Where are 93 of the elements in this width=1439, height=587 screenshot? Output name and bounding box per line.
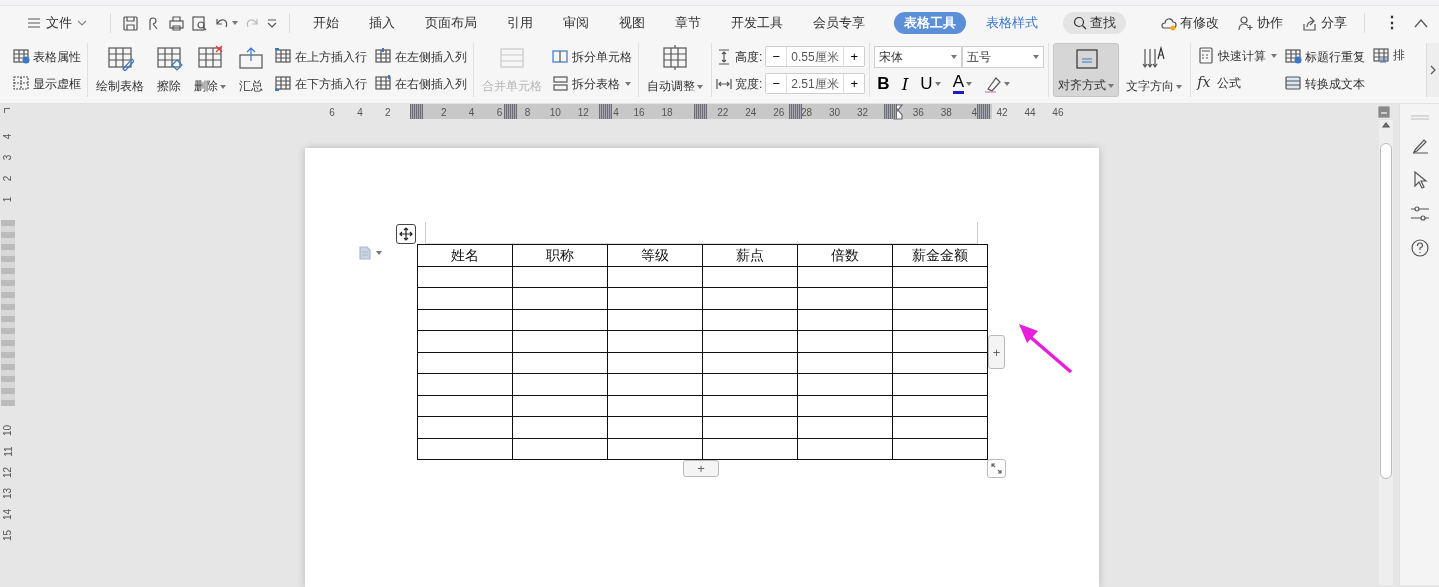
- more-button[interactable]: ⋮: [1378, 11, 1406, 35]
- ruler-number: 24: [745, 106, 757, 120]
- ribbon-button[interactable]: 转换成文本: [1282, 73, 1368, 94]
- ruler-number: 30: [829, 106, 841, 120]
- ribbon-button[interactable]: 显示虚框: [10, 73, 83, 94]
- ruler-number: 22: [717, 106, 729, 120]
- ruler-number: 4: [357, 106, 363, 120]
- spin-field[interactable]: − 2.51厘米 +: [765, 73, 866, 94]
- ribbon-button[interactable]: 拆分表格: [549, 73, 634, 94]
- ruler-number: 1: [1, 196, 15, 203]
- ruler-number: 3: [1, 154, 15, 161]
- add-row-button[interactable]: +: [683, 460, 719, 477]
- field-label: 高度:: [735, 48, 763, 66]
- format-button[interactable]: U: [917, 73, 944, 95]
- ruler-number: 2: [385, 106, 391, 120]
- ruler-number: 38: [940, 106, 952, 120]
- ribbon-button[interactable]: 标题行重复: [1282, 46, 1368, 67]
- ribbon-button[interactable]: 擦除: [151, 43, 187, 97]
- value-field[interactable]: 2.51厘米: [786, 74, 845, 93]
- column-header: 等级: [607, 244, 703, 266]
- ruler-number: 10: [549, 106, 561, 120]
- ruler-number: 13: [1, 487, 15, 500]
- ruler-number: 11: [1, 446, 15, 457]
- spin-field[interactable]: − 0.55厘米 +: [765, 46, 866, 67]
- ribbon-tab[interactable]: 会员专享: [803, 11, 875, 35]
- add-column-button[interactable]: +: [988, 335, 1005, 369]
- ruler-number: 14: [1, 508, 15, 521]
- ribbon-tab[interactable]: 审阅: [553, 11, 599, 35]
- toolbar-button[interactable]: 协作: [1233, 11, 1287, 35]
- font-select[interactable]: 宋体: [874, 45, 963, 68]
- ribbon-tab[interactable]: 开始: [303, 11, 349, 35]
- column-header: 薪点: [702, 244, 798, 266]
- toolbar-button[interactable]: 分享: [1297, 11, 1351, 35]
- font-size-value: 五号: [967, 48, 992, 66]
- ruler-number: 4: [468, 106, 475, 120]
- ribbon-button[interactable]: 在上方插入行: [272, 46, 369, 67]
- format-button[interactable]: B: [874, 73, 893, 95]
- ruler-number: 6: [496, 106, 503, 120]
- ribbon-button[interactable]: 汇总: [233, 43, 269, 97]
- ruler-number: 36: [912, 106, 924, 120]
- ribbon-button[interactable]: 文字方向: [1122, 43, 1187, 97]
- value-field[interactable]: 0.55厘米: [786, 47, 845, 66]
- ruler-number: 16: [633, 106, 645, 120]
- ribbon-button[interactable]: 在右侧插入列: [372, 73, 469, 94]
- ribbon-tab[interactable]: 章节: [665, 11, 711, 35]
- ruler-number: 15: [1, 529, 15, 542]
- ribbon-button[interactable]: 删除: [190, 43, 230, 97]
- format-button[interactable]: I: [898, 73, 912, 95]
- field-label: 宽度:: [735, 75, 763, 93]
- formula-icon: fx: [1197, 72, 1211, 94]
- ruler-number: 26: [773, 106, 785, 120]
- column-header: 倍数: [797, 244, 893, 266]
- format-button[interactable]: A: [949, 73, 975, 95]
- ruler-number: 2: [1, 175, 15, 182]
- ruler-number: 32: [856, 106, 869, 120]
- column-header: 姓名: [417, 244, 513, 266]
- ruler-number: 44: [1024, 106, 1036, 120]
- ribbon-tab[interactable]: 引用: [497, 11, 543, 35]
- toolbar-button[interactable]: 有修改: [1156, 11, 1223, 35]
- ribbon-button[interactable]: fx 公式: [1195, 71, 1280, 95]
- ruler-number: 42: [996, 106, 1008, 120]
- ribbon-button[interactable]: 在左侧插入列: [372, 46, 469, 67]
- column-header: 职称: [512, 244, 608, 266]
- ruler-number: 28: [801, 106, 813, 120]
- ruler-number: 12: [1, 466, 15, 479]
- ruler-number: 46: [1052, 106, 1064, 120]
- ribbon-tab[interactable]: 插入: [359, 11, 405, 35]
- ruler-number: 10: [1, 424, 15, 437]
- font-name: 宋体: [879, 48, 904, 66]
- ribbon-tab[interactable]: 开发工具: [721, 11, 793, 35]
- ruler-number: 4: [971, 106, 977, 120]
- ruler-number: 4: [1, 133, 15, 140]
- file-menu[interactable]: 文件: [17, 11, 97, 35]
- ribbon-button[interactable]: 快速计算: [1195, 45, 1280, 66]
- ruler-number: 12: [577, 106, 589, 120]
- ribbon-tab[interactable]: 页面布局: [415, 11, 487, 35]
- ruler-number: 8: [524, 106, 531, 120]
- search-button[interactable]: 查找: [1063, 11, 1126, 35]
- ribbon-tab[interactable]: 表格样式: [976, 11, 1048, 35]
- ribbon-button[interactable]: 排: [1370, 45, 1408, 65]
- size-select[interactable]: 五号: [962, 45, 1045, 68]
- ribbon-tab[interactable]: 视图: [609, 11, 655, 35]
- ribbon-button[interactable]: 绘制表格: [92, 43, 148, 97]
- ruler-number: 2: [440, 106, 447, 120]
- ribbon-button[interactable]: 自动调整: [643, 43, 707, 97]
- ribbon-button[interactable]: 拆分单元格: [549, 46, 634, 67]
- ribbon-button[interactable]: 对齐方式: [1053, 43, 1120, 97]
- column-header: 薪金金额: [892, 244, 988, 266]
- ruler-number: 6: [329, 106, 335, 120]
- ribbon-button[interactable]: 表格属性: [10, 46, 83, 67]
- ribbon-button[interactable]: 在下方插入行: [272, 73, 369, 94]
- ruler-number: 18: [661, 106, 673, 120]
- ruler-number: 4: [613, 106, 619, 120]
